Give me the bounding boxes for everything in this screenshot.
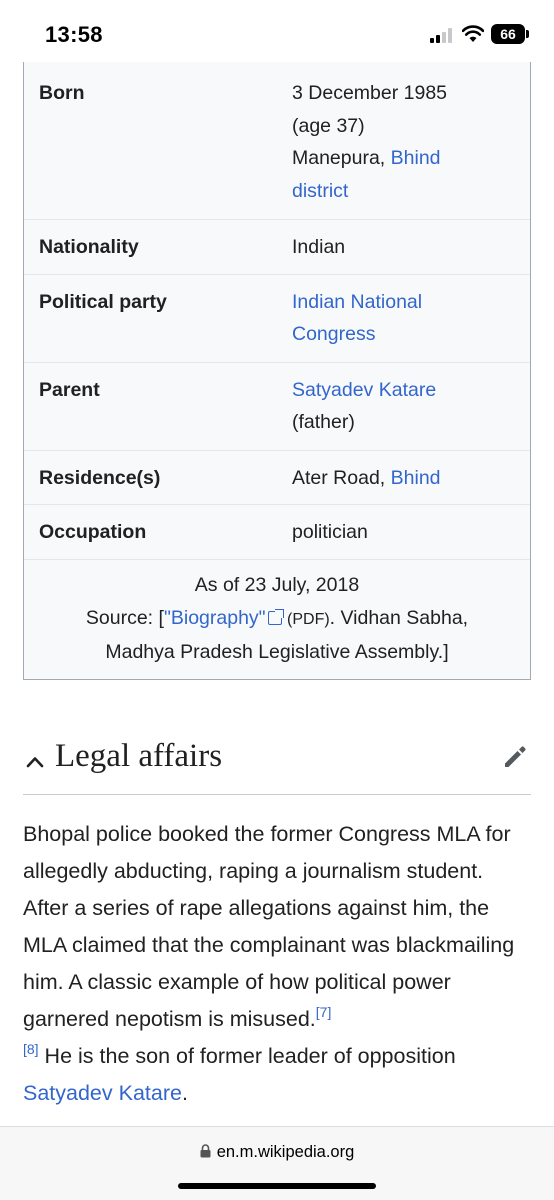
satyadev-katare-link[interactable]: Satyadev Katare xyxy=(23,1081,182,1105)
born-date: 3 December 1985 xyxy=(292,82,448,104)
paragraph-end: . xyxy=(181,1081,188,1105)
reference-7[interactable]: [7] xyxy=(316,1004,332,1020)
row-label: Parent xyxy=(39,378,100,401)
infobox-row-parent: Parent Satyadev Katare (father) xyxy=(24,361,530,450)
pencil-edit-icon[interactable] xyxy=(501,741,531,771)
row-value: Ater Road, Bhind xyxy=(292,462,530,495)
status-bar: 13:58 66 xyxy=(0,0,554,70)
born-place-text: Manepura, xyxy=(292,147,391,169)
born-age: (age 37) xyxy=(292,114,365,137)
bhind-link[interactable]: Bhind xyxy=(391,147,441,169)
signal-icon xyxy=(430,27,454,43)
paragraph-text-2: He is the son of former leader of opposi… xyxy=(38,1044,456,1068)
infobox-row-occupation: Occupation politician xyxy=(24,504,530,559)
row-value: Satyadev Katare (father) xyxy=(292,374,530,439)
infobox-footer: As of 23 July, 2018 Source: ["Biography"… xyxy=(24,558,530,679)
born-place: Manepura, Bhind xyxy=(292,142,520,175)
external-link-icon xyxy=(267,608,284,625)
address-bar[interactable]: en.m.wikipedia.org xyxy=(0,1143,554,1162)
section-heading[interactable]: Legal affairs xyxy=(23,733,531,795)
status-time: 13:58 xyxy=(45,22,103,47)
infobox-row-residence: Residence(s) Ater Road, Bhind xyxy=(24,449,530,505)
residence-text: Ater Road, xyxy=(292,466,391,489)
row-label: Political party xyxy=(39,290,167,313)
url-text: en.m.wikipedia.org xyxy=(216,1143,355,1161)
section-paragraph: Bhopal police booked the former Congress… xyxy=(23,816,533,1112)
pdf-label: (PDF) xyxy=(287,610,330,628)
infobox-row-party: Political party Indian National Congress xyxy=(24,273,530,362)
bhind-district-link[interactable]: district xyxy=(292,175,520,208)
as-of-date: As of 23 July, 2018 xyxy=(194,573,360,596)
row-label: Nationality xyxy=(39,236,139,258)
row-label: Occupation xyxy=(39,521,147,543)
infobox: Born 3 December 1985 (age 37) Manepura, … xyxy=(23,62,531,680)
parent-note: (father) xyxy=(292,411,355,433)
row-label: Born xyxy=(39,82,85,104)
infobox-row-born: Born 3 December 1985 (age 37) Manepura, … xyxy=(24,62,530,219)
source-prefix: Source: [ xyxy=(85,606,164,629)
battery-icon: 66 xyxy=(491,24,525,44)
chevron-up-icon[interactable] xyxy=(25,752,45,772)
lock-icon xyxy=(200,1144,211,1158)
source-line: Source: ["Biography" (PDF). Vidhan Sabha… xyxy=(30,602,524,636)
row-label: Residence(s) xyxy=(39,466,161,489)
row-value: Indian xyxy=(292,236,346,258)
section-title: Legal affairs xyxy=(55,738,223,774)
reference-8[interactable]: [8] xyxy=(23,1041,39,1057)
battery-nub xyxy=(526,30,529,38)
residence-link[interactable]: Bhind xyxy=(391,467,441,489)
browser-bottom-bar: en.m.wikipedia.org xyxy=(0,1126,554,1200)
source-line-3: Madhya Pradesh Legislative Assembly.] xyxy=(105,640,449,663)
source-rest: . Vidhan Sabha, xyxy=(329,606,469,629)
row-value: 3 December 1985 (age 37) Manepura, Bhind… xyxy=(292,77,530,207)
party-link-line2[interactable]: Congress xyxy=(292,318,520,351)
paragraph-text: Bhopal police booked the former Congress… xyxy=(23,822,515,1031)
infobox-row-nationality: Nationality Indian xyxy=(24,219,530,274)
biography-link[interactable]: "Biography" xyxy=(164,607,266,629)
row-value: Indian National Congress xyxy=(292,286,530,351)
row-value: politician xyxy=(292,521,368,543)
party-link[interactable]: Indian National xyxy=(292,286,520,319)
wifi-icon xyxy=(462,25,484,42)
home-indicator xyxy=(178,1183,376,1189)
parent-link[interactable]: Satyadev Katare xyxy=(292,374,520,407)
